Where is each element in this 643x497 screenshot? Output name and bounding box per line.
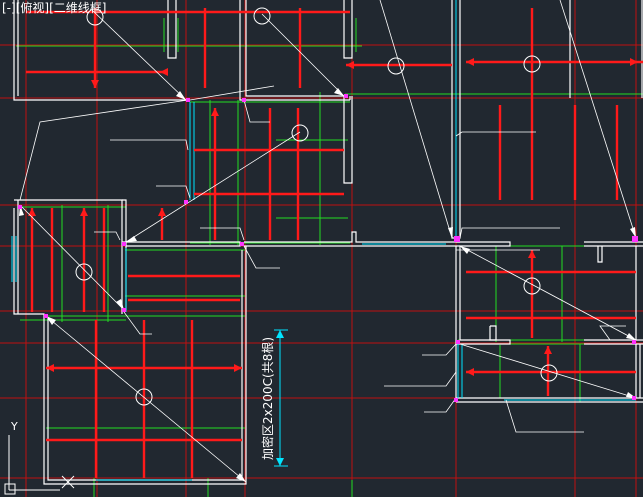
view-menu[interactable]: [俯视] [16, 1, 49, 15]
cad-drawing-viewport[interactable]: 加密区2x200C(共8根) Y [0, 0, 643, 497]
visual-style-menu[interactable]: [二维线框] [49, 1, 106, 15]
viewport-controls-label: [-][俯视][二维线框] [2, 1, 106, 15]
leader-arrowheads [19, 88, 636, 482]
rebar-arrowheads [28, 58, 638, 376]
distribution-bars [16, 18, 643, 497]
viewport-controls-menu[interactable]: [-] [2, 1, 16, 15]
slab-markers [75, 7, 558, 406]
ucs-icon: Y [4, 420, 75, 495]
ucs-y-label: Y [10, 420, 18, 433]
encryption-zone-label: 加密区2x200C(共8根) [260, 337, 275, 460]
